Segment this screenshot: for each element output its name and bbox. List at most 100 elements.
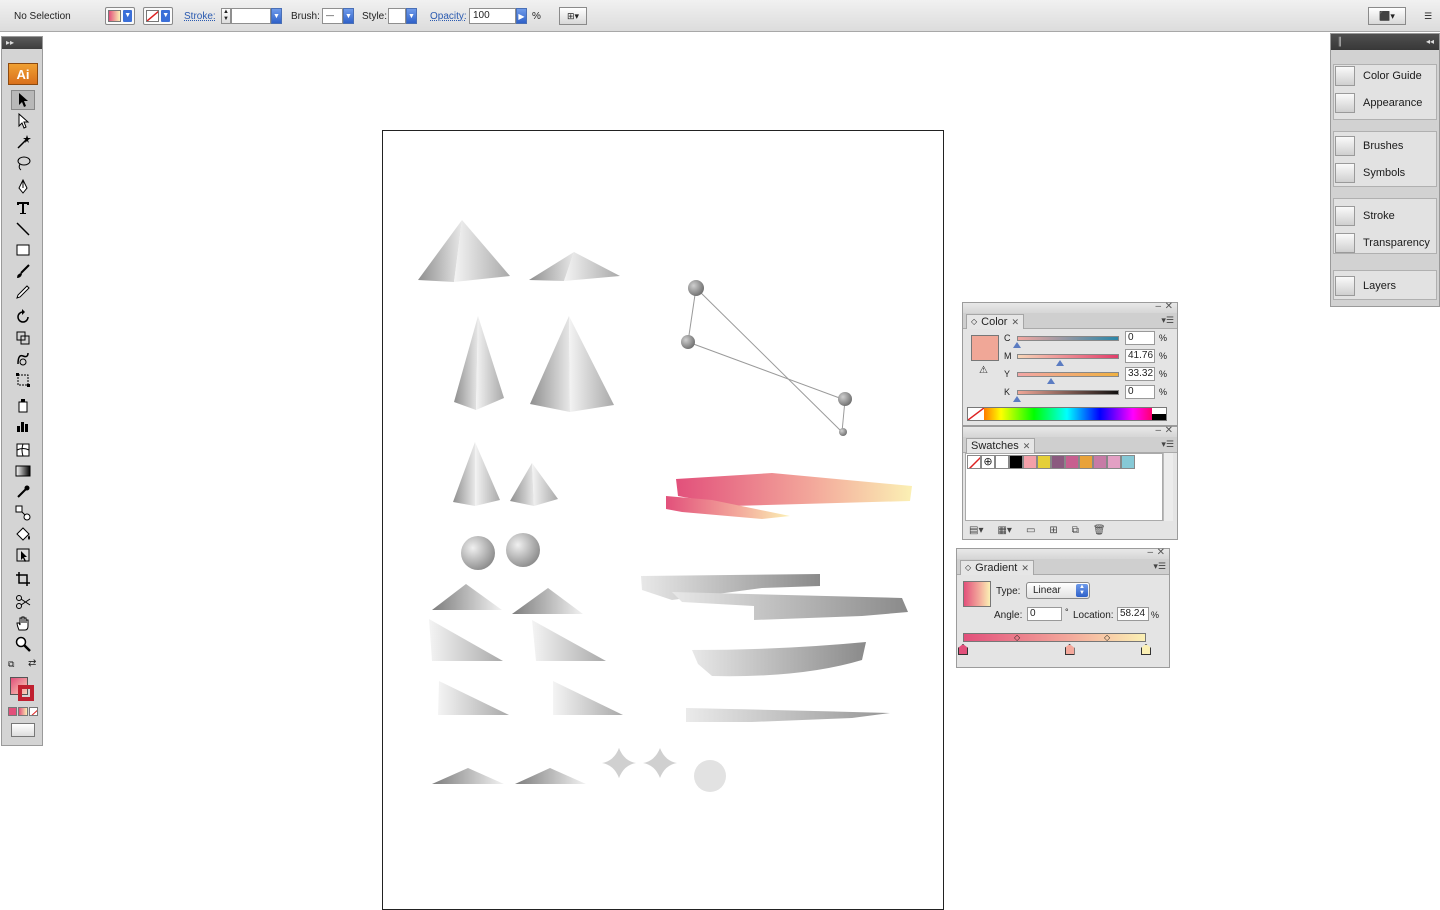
none-color-icon[interactable]	[968, 408, 984, 420]
location-input[interactable]: 58.24	[1117, 607, 1149, 621]
live-paint-selection-tool-icon[interactable]	[11, 545, 35, 565]
swatches-scrollbar[interactable]	[1163, 453, 1173, 521]
symbol-sprayer-tool-icon[interactable]	[11, 395, 35, 415]
pyramid-shape[interactable]	[418, 220, 510, 282]
out-of-gamut-icon[interactable]: ⚠	[979, 365, 988, 376]
slider-handle-icon[interactable]	[1013, 396, 1021, 402]
color-spectrum[interactable]	[967, 407, 1167, 421]
minimize-icon[interactable]: –	[1155, 425, 1161, 436]
gradient-panel-titlebar[interactable]: – ✕	[957, 547, 1169, 559]
close-icon[interactable]: ✕	[1021, 561, 1029, 575]
screen-mode-button[interactable]	[11, 723, 35, 737]
chevron-down-icon[interactable]: ▼	[406, 8, 417, 24]
swatch-libraries-icon[interactable]: ▤▾	[969, 525, 983, 536]
style-field[interactable]	[388, 8, 406, 24]
color-swatch[interactable]	[1121, 455, 1135, 469]
dock-item-transparency[interactable]: Transparency	[1335, 231, 1435, 255]
minimize-icon[interactable]: –	[1147, 547, 1153, 558]
stroke-color-box[interactable]	[18, 685, 34, 701]
show-swatch-kinds-icon[interactable]: ▦▾	[997, 525, 1011, 536]
pyramid-shape[interactable]	[510, 463, 558, 506]
lasso-tool-icon[interactable]	[11, 153, 35, 173]
panel-menu-icon[interactable]: ▾☰	[1153, 561, 1166, 572]
star-shape[interactable]	[602, 748, 636, 778]
dock-item-symbols[interactable]: Symbols	[1335, 161, 1435, 185]
pyramid-shape[interactable]	[529, 252, 620, 281]
color-swatch[interactable]	[1107, 455, 1121, 469]
gradient-midpoint[interactable]: ◇	[1014, 634, 1020, 642]
mesh-tool-icon[interactable]	[11, 440, 35, 460]
registration-swatch-icon[interactable]: ⊕	[981, 455, 995, 469]
channel-value-m[interactable]: 41.76	[1125, 349, 1155, 363]
color-swatch[interactable]	[1037, 455, 1051, 469]
fill-color-swatch[interactable]	[971, 335, 999, 361]
crop-area-tool-icon[interactable]	[11, 569, 35, 589]
none-mode-button[interactable]	[28, 707, 38, 716]
dock-item-brushes[interactable]: Brushes	[1335, 134, 1435, 158]
black-color-chip[interactable]	[1152, 414, 1166, 420]
column-graph-tool-icon[interactable]	[11, 416, 35, 436]
brush-field[interactable]: —	[322, 8, 343, 24]
selection-tool-icon[interactable]	[11, 90, 35, 110]
channel-slider-k[interactable]	[1017, 390, 1119, 395]
control-bar-menu-icon[interactable]: ☰	[1424, 0, 1432, 32]
eyedropper-tool-icon[interactable]	[11, 482, 35, 502]
triangle-shape[interactable]	[438, 681, 509, 715]
scale-tool-icon[interactable]	[11, 328, 35, 348]
star-shape[interactable]	[643, 748, 677, 778]
swap-fill-stroke-icon[interactable]: ⇄	[28, 658, 36, 669]
magic-wand-tool-icon[interactable]	[11, 132, 35, 152]
scissors-tool-icon[interactable]	[11, 592, 35, 612]
slider-handle-icon[interactable]	[1046, 378, 1055, 384]
disc-shape[interactable]	[694, 760, 726, 792]
channel-value-y[interactable]: 33.32	[1125, 367, 1155, 381]
gradient-stop[interactable]	[1064, 644, 1075, 655]
stroke-stepper[interactable]: ▲ ▼	[221, 8, 231, 24]
close-icon[interactable]: ✕	[1011, 315, 1019, 329]
stroke-label[interactable]: Stroke:	[184, 11, 216, 22]
tools-panel-grip[interactable]: ▸▸	[2, 37, 42, 49]
hand-tool-icon[interactable]	[11, 613, 35, 633]
angle-input[interactable]: 0	[1027, 607, 1062, 621]
zoom-tool-icon[interactable]	[11, 634, 35, 654]
panel-menu-icon[interactable]: ▾☰	[1161, 315, 1174, 326]
select-similar-button[interactable]: ⊞▾	[559, 7, 587, 25]
gray-brush-stroke[interactable]	[641, 574, 908, 722]
gradient-preview[interactable]	[963, 581, 991, 607]
triangle-shape[interactable]	[553, 681, 623, 715]
pen-tool-icon[interactable]	[11, 177, 35, 197]
paintbrush-tool-icon[interactable]	[11, 261, 35, 281]
slider-handle-icon[interactable]	[1055, 360, 1064, 366]
bridge-button[interactable]: ⬛▾	[1368, 7, 1406, 25]
channel-value-c[interactable]: 0	[1125, 331, 1155, 345]
live-paint-bucket-tool-icon[interactable]	[11, 524, 35, 544]
close-icon[interactable]: ✕	[1023, 439, 1031, 453]
dock-item-color-guide[interactable]: Color Guide	[1335, 64, 1435, 88]
sphere-shape[interactable]	[506, 533, 540, 567]
pyramid-shape[interactable]	[453, 442, 500, 506]
blend-tool-icon[interactable]	[11, 503, 35, 523]
line-segment-tool-icon[interactable]	[11, 219, 35, 239]
triangle-shape[interactable]	[429, 619, 503, 661]
color-swatch[interactable]	[1065, 455, 1079, 469]
close-icon[interactable]: ✕	[1157, 547, 1165, 558]
gradient-type-select[interactable]: Linear ▲ ▼	[1026, 582, 1090, 599]
color-mode-button[interactable]	[8, 707, 18, 716]
swatch-options-icon[interactable]: ▭	[1026, 525, 1035, 536]
color-swatch[interactable]	[1079, 455, 1093, 469]
pyramid-shape[interactable]	[454, 316, 504, 410]
opacity-field[interactable]: 100	[469, 8, 516, 24]
color-swatch[interactable]	[1051, 455, 1065, 469]
sphere-shape[interactable]	[461, 536, 495, 570]
gradient-stop[interactable]	[1141, 644, 1151, 655]
channel-slider-c[interactable]	[1017, 336, 1119, 341]
gradient-stop[interactable]	[958, 644, 968, 655]
wireframe-shape[interactable]	[681, 280, 852, 436]
swatches-panel-titlebar[interactable]: – ✕	[963, 425, 1177, 437]
gradient-midpoint[interactable]: ◇	[1104, 634, 1110, 642]
dock-item-appearance[interactable]: Appearance	[1335, 91, 1435, 115]
gradient-slider[interactable]	[963, 633, 1146, 642]
rectangle-tool-icon[interactable]	[11, 240, 35, 260]
pencil-tool-icon[interactable]	[11, 282, 35, 302]
tab-gradient[interactable]: ◇ Gradient ✕	[960, 560, 1034, 575]
